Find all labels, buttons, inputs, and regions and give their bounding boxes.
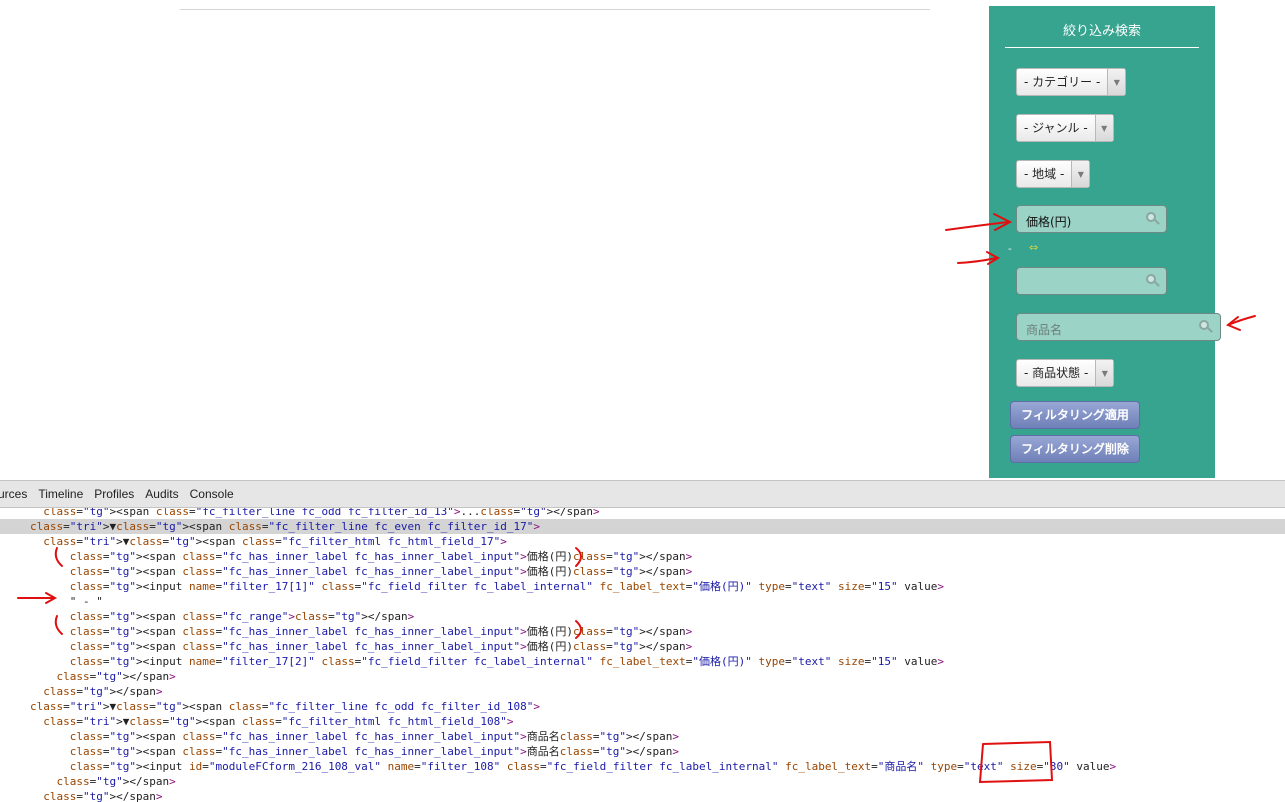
- category-select[interactable]: - カテゴリー - ▼: [1016, 68, 1127, 96]
- price-from-label: 価格(円): [1026, 215, 1072, 229]
- search-icon: [1146, 212, 1160, 226]
- devtools-code-line[interactable]: class="tg"><span class="fc_has_inner_lab…: [0, 744, 1285, 759]
- category-select-label: - カテゴリー -: [1024, 75, 1101, 89]
- condition-select-label: - 商品状態 -: [1024, 366, 1089, 380]
- devtools-code-line[interactable]: class="tg"><span class="fc_has_inner_lab…: [0, 624, 1285, 639]
- range-separator: -: [1008, 244, 1012, 255]
- devtools-code-line[interactable]: class="tg"><span class="fc_has_inner_lab…: [0, 549, 1285, 564]
- search-icon: [1199, 320, 1213, 334]
- genre-select-label: - ジャンル -: [1024, 121, 1088, 135]
- devtools-code-line[interactable]: class="tg"></span>: [0, 789, 1285, 802]
- tab-console[interactable]: Console: [190, 487, 234, 501]
- product-name-input[interactable]: 商品名: [1016, 313, 1221, 341]
- chevron-down-icon[interactable]: ▼: [1071, 161, 1090, 187]
- devtools-code-line[interactable]: class="tg"><span class="fc_has_inner_lab…: [0, 564, 1285, 579]
- chevron-down-icon[interactable]: ▼: [1095, 360, 1114, 386]
- devtools-code-line[interactable]: class="tg"></span>: [0, 774, 1285, 789]
- chevron-down-icon[interactable]: ▼: [1107, 69, 1126, 95]
- devtools-code-line[interactable]: class="tri">▼class="tg"><span class="fc_…: [0, 714, 1285, 729]
- tab-resources[interactable]: urces: [0, 487, 27, 501]
- devtools-code-line[interactable]: class="tg"></span>: [0, 684, 1285, 699]
- product-name-label: 商品名: [1026, 323, 1063, 337]
- devtools-code-line[interactable]: class="tg"><input name="filter_17[1]" cl…: [0, 579, 1285, 594]
- search-icon: [1146, 274, 1160, 288]
- devtools-code-line[interactable]: class="tri">▼class="tg"><span class="fc_…: [0, 699, 1285, 714]
- filter-panel-title: 絞り込み検索: [1005, 20, 1199, 48]
- tab-audits[interactable]: Audits: [145, 487, 178, 501]
- devtools-toolbar: urces Timeline Profiles Audits Console: [0, 480, 1285, 508]
- devtools-elements-tree: class="tg"><span class="fc_filter_line f…: [0, 508, 1285, 802]
- devtools-code-line[interactable]: class="tg"><span class="fc_filter_line f…: [0, 508, 1285, 519]
- devtools-code-line[interactable]: class="tg"></span>: [0, 669, 1285, 684]
- page-divider: [180, 9, 930, 10]
- devtools-code-line[interactable]: class="tg"><input id="moduleFCform_216_1…: [0, 759, 1285, 774]
- devtools-code-line[interactable]: class="tg"><span class="fc_has_inner_lab…: [0, 639, 1285, 654]
- region-select-label: - 地域 -: [1024, 167, 1065, 181]
- tab-timeline[interactable]: Timeline: [38, 487, 83, 501]
- devtools-code-line[interactable]: class="tg"><span class="fc_range">class=…: [0, 609, 1285, 624]
- chevron-down-icon[interactable]: ▼: [1094, 115, 1113, 141]
- annotation-arrow: [1227, 315, 1256, 326]
- devtools-code-line[interactable]: class="tg"><input name="filter_17[2]" cl…: [0, 654, 1285, 669]
- clear-filter-button[interactable]: フィルタリング削除: [1010, 435, 1140, 463]
- tab-profiles[interactable]: Profiles: [94, 487, 134, 501]
- devtools-code-line[interactable]: class="tri">▼class="tg"><span class="fc_…: [0, 534, 1285, 549]
- annotation-arrow: [1226, 316, 1241, 331]
- devtools-code-line[interactable]: " - ": [0, 594, 1285, 609]
- condition-select[interactable]: - 商品状態 - ▼: [1016, 359, 1115, 387]
- filter-panel: 絞り込み検索 - カテゴリー - ▼ - ジャンル - ▼ - 地域 - ▼ 価…: [989, 6, 1221, 478]
- genre-select[interactable]: - ジャンル - ▼: [1016, 114, 1114, 142]
- range-arrows-icon: ⇔: [1029, 241, 1039, 254]
- region-select[interactable]: - 地域 - ▼: [1016, 160, 1091, 188]
- price-from-input[interactable]: 価格(円): [1016, 205, 1167, 233]
- devtools-code-line[interactable]: class="tri">▼class="tg"><span class="fc_…: [0, 519, 1285, 534]
- apply-filter-button[interactable]: フィルタリング適用: [1010, 401, 1140, 429]
- price-to-input[interactable]: [1016, 267, 1167, 295]
- devtools-code-line[interactable]: class="tg"><span class="fc_has_inner_lab…: [0, 729, 1285, 744]
